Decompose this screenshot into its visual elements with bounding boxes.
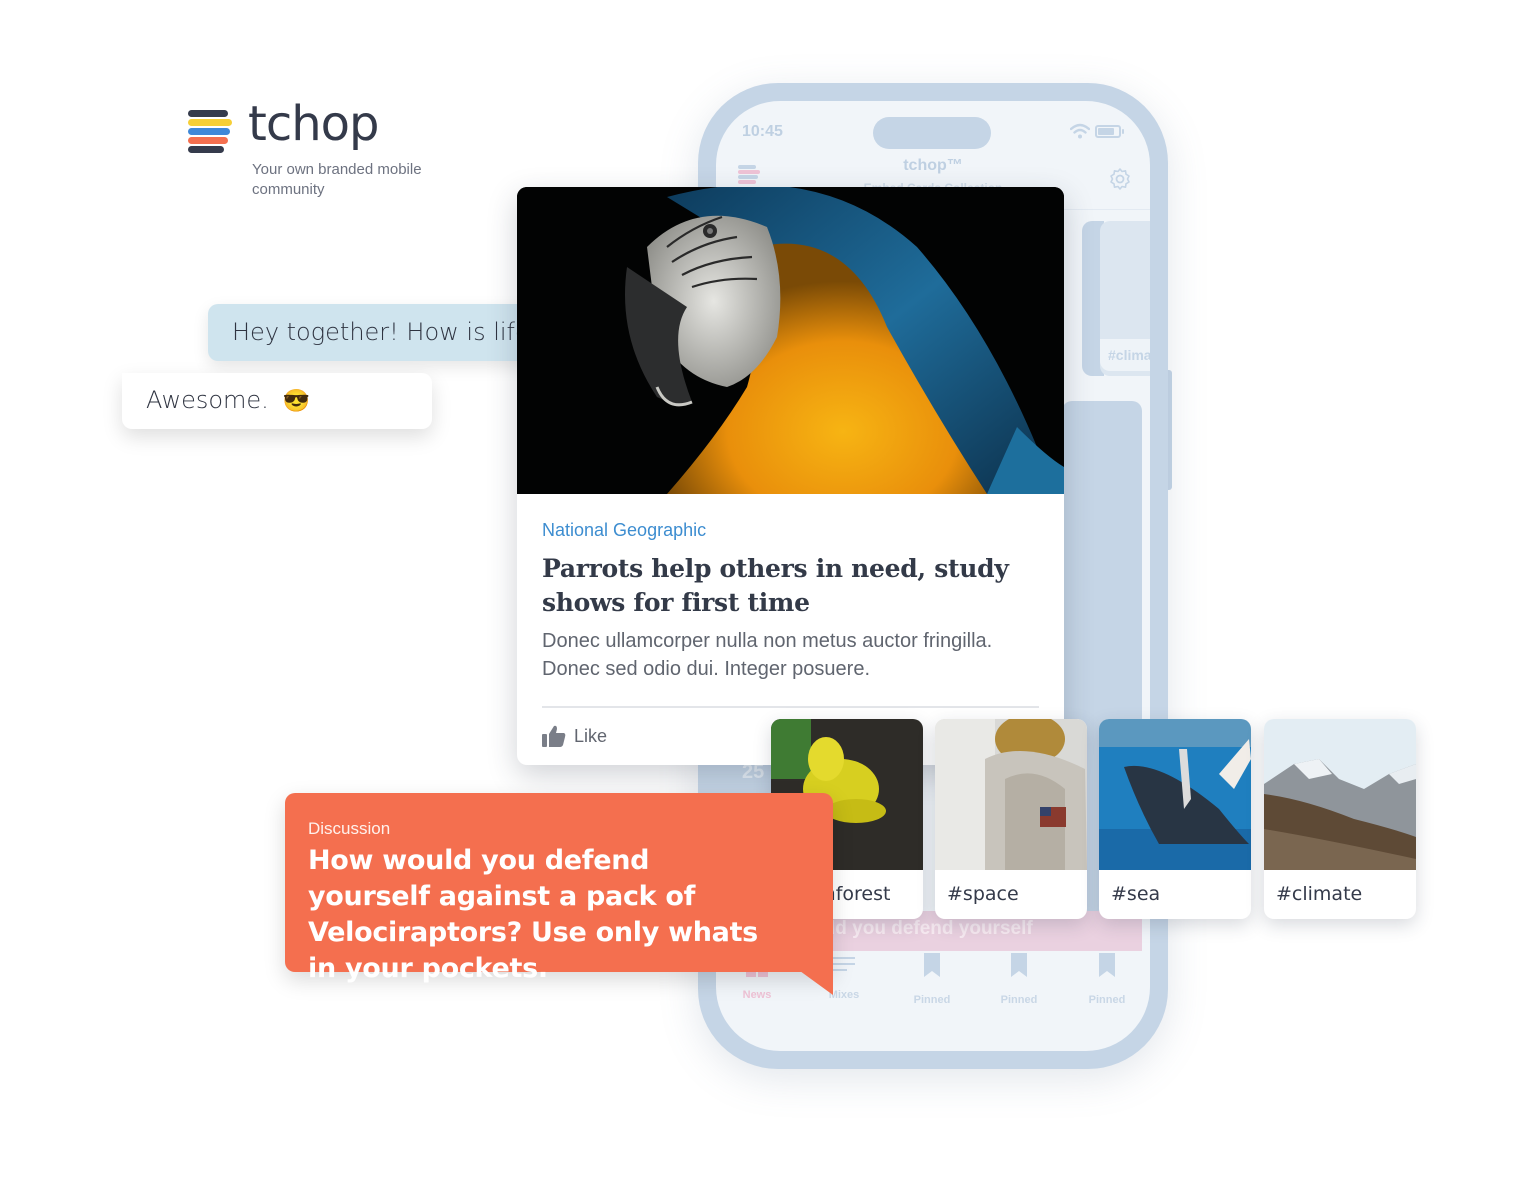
article-title[interactable]: Parrots help others in need, study shows… — [542, 552, 1042, 620]
article-card[interactable]: National Geographic Parrots help others … — [517, 187, 1064, 765]
bookmark-icon — [1099, 953, 1115, 977]
logo-stripe — [188, 128, 230, 135]
discussion-question: How would you defend yourself against a … — [308, 845, 758, 984]
logo-stripe — [188, 146, 224, 153]
chat-bubble-reply: Awesome. 😎 — [122, 373, 432, 429]
tab-pinned-3[interactable]: Pinned — [1067, 953, 1147, 1006]
hashtag-label: #sea — [1111, 883, 1161, 905]
bookmark-icon — [924, 953, 940, 977]
chat-message: Awesome. — [146, 386, 269, 414]
article-source[interactable]: National Geographic — [542, 520, 706, 541]
hashtag-card-space[interactable]: #space — [935, 719, 1087, 919]
app-title: tchop™ — [903, 157, 963, 174]
tchop-logo-icon — [186, 108, 234, 156]
discussion-label: Discussion — [308, 819, 391, 838]
astronaut-image — [935, 719, 1087, 870]
tab-label: Pinned — [1000, 994, 1038, 1006]
logo-stripe — [188, 119, 232, 126]
tab-label: Pinned — [1088, 994, 1126, 1006]
like-button[interactable]: Like — [542, 723, 607, 749]
hashtag-card-sea[interactable]: #sea — [1099, 719, 1251, 919]
tab-pinned-1[interactable]: Pinned — [892, 953, 972, 1006]
tab-label: Pinned — [913, 994, 951, 1006]
sunglasses-emoji-icon: 😎 — [282, 389, 311, 414]
hashtag-label: #climate — [1276, 883, 1363, 905]
gear-icon[interactable] — [1108, 167, 1132, 191]
whale-image — [1099, 719, 1251, 870]
logo-stripe — [188, 137, 228, 144]
discussion-card[interactable]: Discussion How would you defend yourself… — [285, 793, 833, 984]
parrot-image — [517, 187, 1064, 494]
tab-label: News — [742, 989, 772, 1001]
like-label: Like — [574, 725, 608, 746]
dynamic-island — [873, 117, 991, 149]
bookmark-icon — [1011, 953, 1027, 977]
status-time: 10:45 — [742, 123, 783, 140]
chat-message: Hey together! How is life? — [232, 318, 543, 346]
brand-name: tchop — [248, 96, 379, 152]
tab-pinned-2[interactable]: Pinned — [979, 953, 1059, 1006]
lines-icon — [833, 953, 855, 977]
logo-stripe — [188, 110, 228, 117]
battery-icon — [1095, 125, 1124, 138]
mountains-image — [1264, 719, 1416, 870]
article-excerpt: Donec ullamcorper nulla non metus auctor… — [542, 630, 993, 680]
speech-tail — [800, 971, 833, 995]
hashtag-card-climate[interactable]: #climate — [1264, 719, 1416, 919]
ghost-tag-label: #clima — [1100, 339, 1150, 371]
ghost-card: #clima — [1100, 221, 1150, 376]
brand-tagline: Your own branded mobile community — [252, 161, 422, 198]
wifi-icon — [1070, 123, 1090, 139]
hashtag-label: #space — [947, 883, 1019, 905]
thumbs-up-icon — [542, 725, 566, 747]
article-divider — [542, 706, 1039, 708]
